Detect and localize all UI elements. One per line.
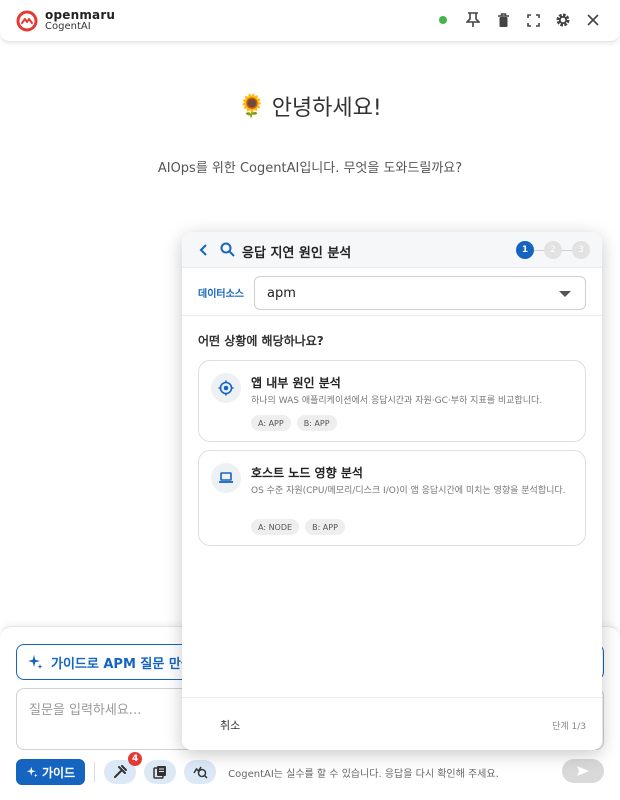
step-2: 2 [544,241,562,259]
close-icon [587,14,599,26]
datasource-label: 데이터소스 [198,289,244,300]
tools-button[interactable]: 4 [104,752,143,784]
option-card-app[interactable]: 앱 내부 원인 분석 하나의 WAS 애플리케이션에서 응답시간과 자원·GC·… [198,360,586,442]
composer-toolbar: 가이드 4 CogentAI는 실수를 할 수 있습니다. 응답을 다시 확인해… [16,752,604,786]
analysis-button[interactable] [184,760,217,784]
option-tag: B: APP [305,519,345,535]
fullscreen-icon [526,13,540,27]
title-bar: openmaru CogentAI [0,0,620,42]
close-button[interactable] [584,11,602,29]
step-counter: 단계 1/3 [552,722,586,732]
app-window: openmaru CogentAI 🌻 안녕하세요! AIOps를 위한 Cog… [0,0,620,800]
cancel-button[interactable]: 취소 [220,717,240,733]
guide-question-label: 가이드로 APM 질문 만들 [51,656,193,672]
datasource-row: 데이터소스 apm [182,268,602,316]
pin-button[interactable] [464,11,482,29]
step-1: 1 [516,241,534,259]
guide-panel: 응답 지연 원인 분석 1 2 3 데이터소스 apm 어떤 상황에 해당하나요… [182,232,602,750]
target-icon [211,373,241,403]
back-icon[interactable] [198,242,210,258]
laptop-icon [211,463,241,493]
send-button[interactable] [562,759,604,783]
logo: openmaru CogentAI [16,9,115,32]
option-title: 앱 내부 원인 분석 [251,376,341,390]
delete-button[interactable] [494,11,512,29]
trash-icon [497,12,509,27]
settings-button[interactable] [554,11,572,29]
option-title: 호스트 노드 영향 분석 [251,466,363,480]
step-indicator: 1 2 3 [516,241,590,259]
brand-name: openmaru [45,8,116,22]
welcome-section: 🌻 안녕하세요! [0,90,620,122]
panel-header: 응답 지연 원인 분석 1 2 3 [182,232,602,268]
greeting: 🌻 안녕하세요! [238,90,381,122]
library-button[interactable] [144,760,177,784]
send-icon [577,766,589,776]
situation-question: 어떤 상황에 해당하나요? [198,334,324,348]
greeting-text: 안녕하세요! [271,96,382,121]
tools-badge: 4 [128,752,143,766]
toolbar-divider [94,762,96,782]
option-description: 하나의 WAS 애플리케이션에서 응답시간과 자원·GC·부하 지표를 비교합니… [251,396,543,406]
guide-button[interactable]: 가이드 [16,759,86,785]
datasource-select[interactable]: apm [254,276,586,310]
option-tag: B: APP [296,415,337,431]
panel-title: 응답 지연 원인 분석 [242,246,352,261]
sunflower-icon: 🌻 [238,93,266,119]
pin-icon [466,12,480,27]
product-name: CogentAI [45,21,91,32]
status-indicator [434,11,452,29]
sparkle-icon [26,766,38,778]
sparkle-icon [28,655,43,669]
option-tag: A: APP [251,415,291,431]
status-dot-icon [439,16,447,24]
guide-button-label: 가이드 [42,765,76,780]
panel-footer: 취소 단계 1/3 [182,697,602,750]
disclaimer: CogentAI는 실수를 할 수 있습니다. 응답을 다시 확인해 주세요. [228,768,499,780]
welcome-subtitle: AIOps를 위한 CogentAI입니다. 무엇을 도와드릴까요? [157,161,463,176]
datasource-value: apm [267,285,296,301]
caret-down-icon [559,291,571,297]
fullscreen-button[interactable] [524,11,542,29]
openmaru-logo-icon [16,10,38,31]
analytics-search-icon [192,766,208,779]
search-icon [220,242,235,257]
step-3: 3 [572,241,590,259]
tools-icon [114,765,128,778]
option-description: OS 수준 자원(CPU/메모리/디스크 I/O)이 앱 응답시간에 미치는 영… [251,486,566,496]
option-tag: A: NODE [251,519,300,535]
gear-icon [556,13,570,27]
library-icon [153,766,167,779]
question-placeholder: 질문을 입력하세요... [29,703,142,718]
option-card-node[interactable]: 호스트 노드 영향 분석 OS 수준 자원(CPU/메모리/디스크 I/O)이 … [198,450,586,546]
